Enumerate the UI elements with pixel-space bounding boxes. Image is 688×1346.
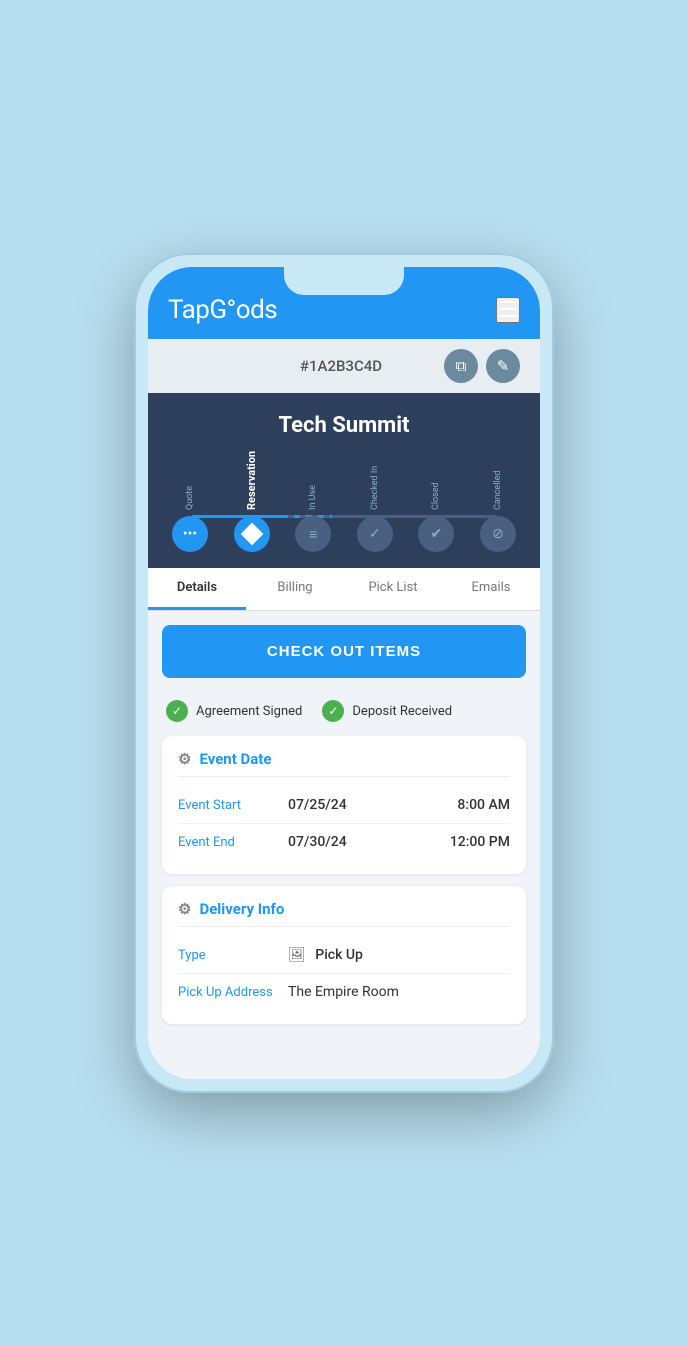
event-banner: Tech Summit Quote ••• Reservation: [148, 393, 540, 568]
phone-notch: [284, 267, 404, 295]
app-logo: TapG°ods: [168, 295, 277, 325]
step-reservation-circle: [234, 516, 270, 552]
event-start-date: 07/25/24: [288, 797, 347, 813]
agreement-status: ✓ Agreement Signed: [166, 700, 302, 722]
gear-icon: ⚙: [178, 750, 191, 768]
step-inuse-label: In Use: [308, 458, 318, 510]
dots-icon: •••: [183, 526, 197, 542]
checkmark-icon: ✔: [431, 526, 443, 542]
event-date-title: ⚙ Event Date: [178, 750, 510, 777]
step-cancelled-label: Cancelled: [493, 458, 503, 510]
step-checkedin-label: Checked In: [370, 458, 380, 510]
delivery-info-title: ⚙ Delivery Info: [178, 900, 510, 927]
step-inuse-circle: ≡: [295, 516, 331, 552]
phone-shell: TapG°ods ☰ #1A2B3C4D ⧉ ✎ Tech Summit: [134, 253, 554, 1093]
status-row: ✓ Agreement Signed ✓ Deposit Received: [162, 692, 526, 736]
step-closed-circle: ✔: [418, 516, 454, 552]
phone-screen: TapG°ods ☰ #1A2B3C4D ⧉ ✎ Tech Summit: [148, 267, 540, 1079]
deposit-label: Deposit Received: [352, 704, 452, 719]
check-icon: ✓: [369, 526, 381, 542]
step-closed[interactable]: Closed ✔: [418, 458, 454, 552]
step-quote-label: Quote: [185, 458, 195, 510]
step-checkedin[interactable]: Checked In ✓: [357, 458, 393, 552]
pickup-address-row: Pick Up Address The Empire Room: [178, 974, 510, 1010]
tabs-bar: Details Billing Pick List Emails: [148, 568, 540, 611]
step-closed-label: Closed: [431, 458, 441, 510]
deposit-status: ✓ Deposit Received: [322, 700, 452, 722]
tab-billing[interactable]: Billing: [246, 568, 344, 610]
step-reservation[interactable]: Reservation: [234, 458, 270, 552]
agreement-label: Agreement Signed: [196, 704, 302, 719]
pickup-address-label: Pick Up Address: [178, 985, 288, 1000]
deposit-check-icon: ✓: [322, 700, 344, 722]
delivery-type-row: Type 🖼 Pick Up: [178, 937, 510, 974]
step-reservation-label: Reservation: [245, 458, 258, 510]
event-start-row: Event Start 07/25/24 8:00 AM: [178, 787, 510, 824]
copy-button[interactable]: ⧉: [444, 349, 478, 383]
delivery-info-card: ⚙ Delivery Info Type 🖼 Pick Up Pick Up A…: [162, 886, 526, 1024]
step-checkedin-circle: ✓: [357, 516, 393, 552]
delivery-type-label: Type: [178, 948, 288, 963]
event-start-label: Event Start: [178, 798, 288, 813]
step-cancelled-circle: ⊘: [480, 516, 516, 552]
id-actions: ⧉ ✎: [444, 349, 520, 383]
list-icon: ≡: [309, 526, 317, 543]
copy-icon: ⧉: [456, 358, 467, 375]
step-inuse[interactable]: In Use ≡: [295, 458, 331, 552]
cancel-icon: ⊘: [492, 526, 504, 542]
event-end-date: 07/30/24: [288, 834, 347, 850]
checkout-button[interactable]: CHECK OUT ITEMS: [162, 625, 526, 678]
step-quote-circle: •••: [172, 516, 208, 552]
event-end-row: Event End 07/30/24 12:00 PM: [178, 824, 510, 860]
tab-picklist[interactable]: Pick List: [344, 568, 442, 610]
event-start-time: 8:00 AM: [457, 797, 510, 813]
event-end-time: 12:00 PM: [450, 834, 510, 850]
pickup-address-value: The Empire Room: [288, 984, 399, 1000]
edit-button[interactable]: ✎: [486, 349, 520, 383]
main-content: CHECK OUT ITEMS ✓ Agreement Signed ✓ Dep…: [148, 611, 540, 1079]
step-cancelled[interactable]: Cancelled ⊘: [480, 458, 516, 552]
tab-details[interactable]: Details: [148, 568, 246, 610]
tab-emails[interactable]: Emails: [442, 568, 540, 610]
agreement-check-icon: ✓: [166, 700, 188, 722]
delivery-gear-icon: ⚙: [178, 900, 191, 918]
step-quote[interactable]: Quote •••: [172, 458, 208, 552]
reservation-id: #1A2B3C4D: [238, 357, 444, 375]
event-title: Tech Summit: [168, 413, 520, 438]
event-end-label: Event End: [178, 835, 288, 850]
delivery-type-value: 🖼 Pick Up: [288, 947, 363, 963]
diamond-icon: [240, 523, 263, 546]
edit-icon: ✎: [497, 357, 510, 375]
id-bar: #1A2B3C4D ⧉ ✎: [148, 339, 540, 393]
hamburger-button[interactable]: ☰: [496, 297, 520, 323]
status-stepper: Quote ••• Reservation In Use ≡: [168, 458, 520, 552]
pickup-icon: 🖼: [288, 947, 306, 963]
event-date-card: ⚙ Event Date Event Start 07/25/24 8:00 A…: [162, 736, 526, 874]
